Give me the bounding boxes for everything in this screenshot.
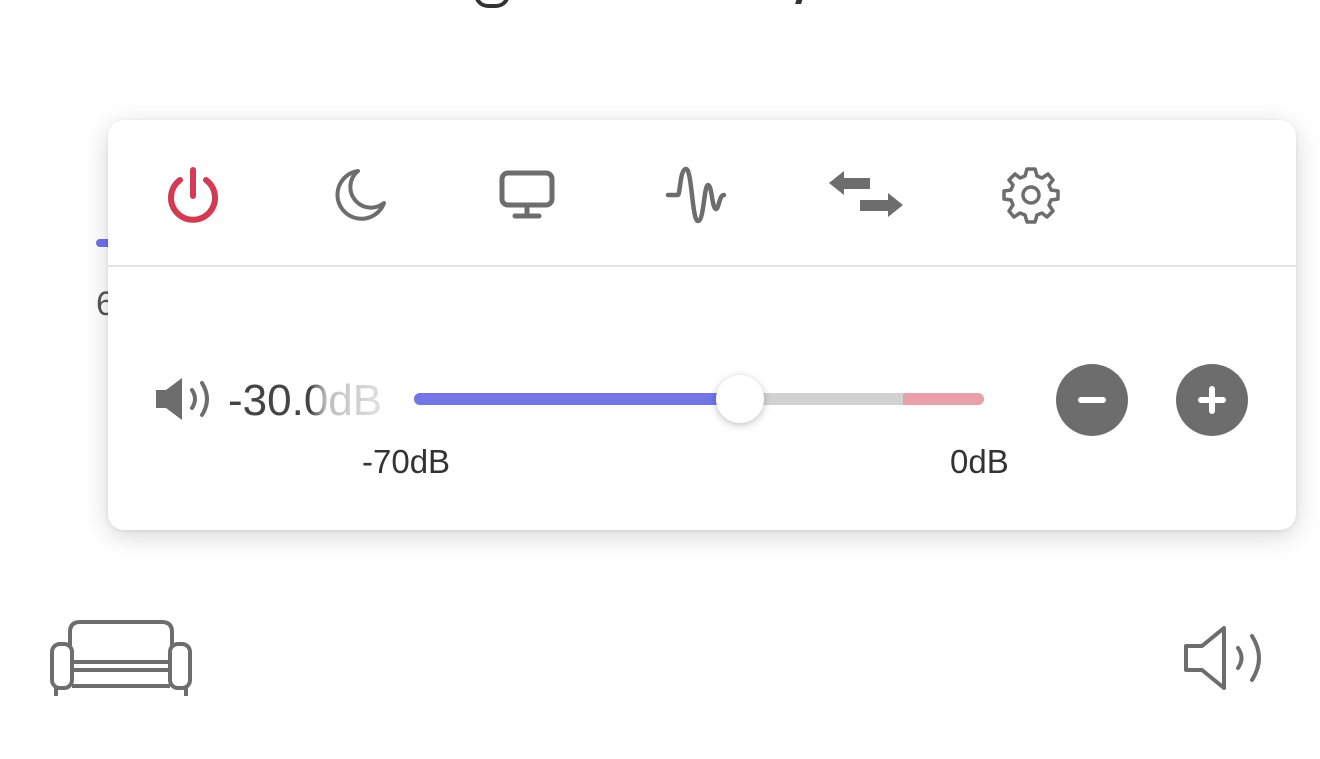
slider-min-label: -70dB (362, 443, 451, 480)
moon-icon (335, 169, 386, 221)
power-icon (168, 167, 218, 223)
slider-danger-zone (903, 393, 984, 405)
sleep-button[interactable] (325, 160, 395, 230)
power-button[interactable] (158, 160, 228, 230)
display-button[interactable] (492, 160, 562, 230)
volume-up-button[interactable] (1176, 364, 1248, 436)
slider-fill (414, 393, 740, 405)
slider-track (414, 393, 984, 405)
volume-readout: -30.0dB (228, 376, 383, 425)
volume-slider[interactable] (414, 375, 984, 423)
waveform-icon (665, 166, 727, 224)
sofa-icon (50, 620, 192, 696)
minus-icon (1078, 397, 1106, 403)
speaker-icon (156, 378, 209, 420)
settings-button[interactable] (996, 160, 1066, 230)
volume-popup: -30.0dB -70dB 0dB (108, 120, 1296, 530)
volume-outline-icon[interactable] (1182, 622, 1276, 694)
volume-down-button[interactable] (1056, 364, 1128, 436)
slider-thumb[interactable] (716, 375, 764, 423)
audio-signal-button[interactable] (661, 160, 731, 230)
monitor-icon (499, 170, 555, 219)
popup-toolbar (108, 120, 1296, 267)
background-text-fragment (430, 0, 890, 8)
gear-icon (1002, 167, 1060, 224)
slider-max-label: 0dB (950, 443, 1009, 480)
app-screen: 6 -30.0dB -70dB 0dB (0, 0, 1320, 759)
swap-arrows-icon (829, 171, 903, 217)
input-switch-button[interactable] (824, 160, 908, 230)
